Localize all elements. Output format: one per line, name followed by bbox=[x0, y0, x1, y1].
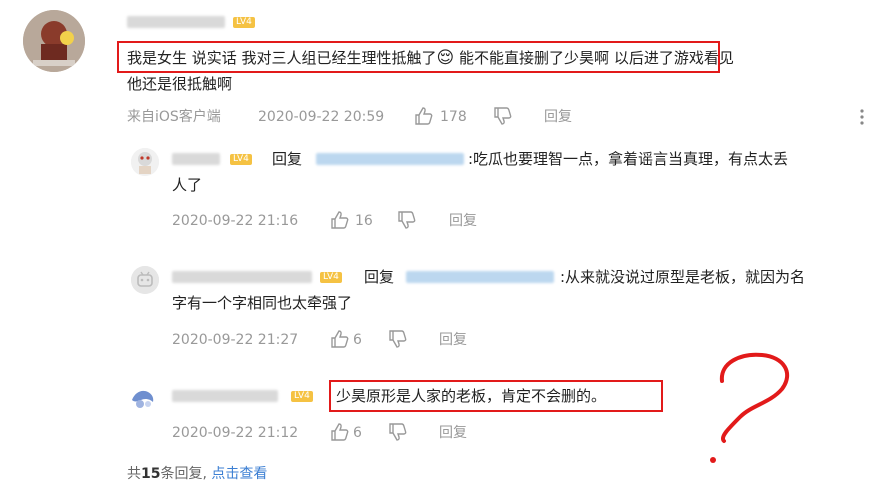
reply3-avatar[interactable] bbox=[128, 384, 158, 414]
reply2-username-blurred[interactable] bbox=[172, 271, 312, 283]
reply2-like-count: 6 bbox=[353, 332, 362, 348]
thumbs-up-icon[interactable] bbox=[330, 210, 350, 230]
main-comment-highlight-box bbox=[117, 41, 720, 73]
main-username-blurred[interactable] bbox=[127, 16, 225, 28]
footer-prefix: 共 bbox=[127, 466, 141, 482]
reply3-username-blurred[interactable] bbox=[172, 390, 278, 402]
reply2-text-line2: 字有一个字相同也太牵强了 bbox=[172, 294, 353, 312]
reply3-time: 2020-09-22 21:12 bbox=[172, 425, 299, 441]
reply2-text: :从来就没说过原型是老板，就因为名 bbox=[560, 268, 806, 286]
reply-word: 回复 bbox=[364, 268, 395, 286]
reply2-avatar[interactable] bbox=[131, 266, 159, 294]
thumbs-down-icon[interactable] bbox=[388, 422, 408, 442]
thumbs-down-icon[interactable] bbox=[493, 106, 513, 126]
reply3-highlight-box bbox=[329, 380, 663, 412]
reply-word: 回复 bbox=[272, 150, 303, 168]
reply1-text: :吃瓜也要理智一点，拿着谣言当真理，有点太丢 bbox=[468, 150, 789, 168]
level-badge: LV4 bbox=[230, 154, 252, 165]
thumbs-down-icon[interactable] bbox=[397, 210, 417, 230]
reply-count-footer: 共15条回复, 点击查看 bbox=[127, 463, 267, 483]
level-badge: LV4 bbox=[320, 272, 342, 283]
thumbs-up-icon[interactable] bbox=[330, 329, 350, 349]
like-count: 178 bbox=[440, 109, 467, 125]
reply1-username-blurred[interactable] bbox=[172, 153, 220, 165]
reply2-time: 2020-09-22 21:27 bbox=[172, 332, 299, 348]
view-all-replies-link[interactable]: 点击查看 bbox=[211, 466, 267, 482]
footer-suffix: 条回复, bbox=[160, 466, 212, 482]
question-mark-annotation: ? bbox=[710, 352, 790, 463]
reply3-like-count: 6 bbox=[353, 425, 362, 441]
level-badge: LV4 bbox=[233, 17, 255, 28]
reply-total-count: 15 bbox=[141, 466, 161, 482]
main-comment-text-line2: 他还是很抵触啊 bbox=[127, 75, 233, 93]
comment-time: 2020-09-22 20:59 bbox=[258, 109, 385, 125]
more-vertical-icon[interactable] bbox=[858, 107, 866, 127]
main-comment-avatar[interactable] bbox=[23, 10, 85, 72]
thumbs-down-icon[interactable] bbox=[388, 329, 408, 349]
reply2-mention-blurred[interactable] bbox=[406, 271, 554, 283]
reply2-reply-button[interactable]: 回复 bbox=[439, 330, 467, 350]
reply1-time: 2020-09-22 21:16 bbox=[172, 213, 299, 229]
comment-source: 来自iOS客户端 bbox=[127, 109, 221, 125]
reply1-reply-button[interactable]: 回复 bbox=[449, 211, 477, 231]
reply1-like-count: 16 bbox=[355, 213, 373, 229]
reply1-mention-blurred[interactable] bbox=[316, 153, 464, 165]
level-badge: LV4 bbox=[291, 391, 313, 402]
reply1-text-line2: 人了 bbox=[172, 176, 203, 194]
reply-button[interactable]: 回复 bbox=[544, 107, 572, 127]
thumbs-up-icon[interactable] bbox=[330, 422, 350, 442]
reply1-avatar[interactable] bbox=[131, 148, 159, 176]
reply3-reply-button[interactable]: 回复 bbox=[439, 423, 467, 443]
thumbs-up-icon[interactable] bbox=[414, 106, 434, 126]
